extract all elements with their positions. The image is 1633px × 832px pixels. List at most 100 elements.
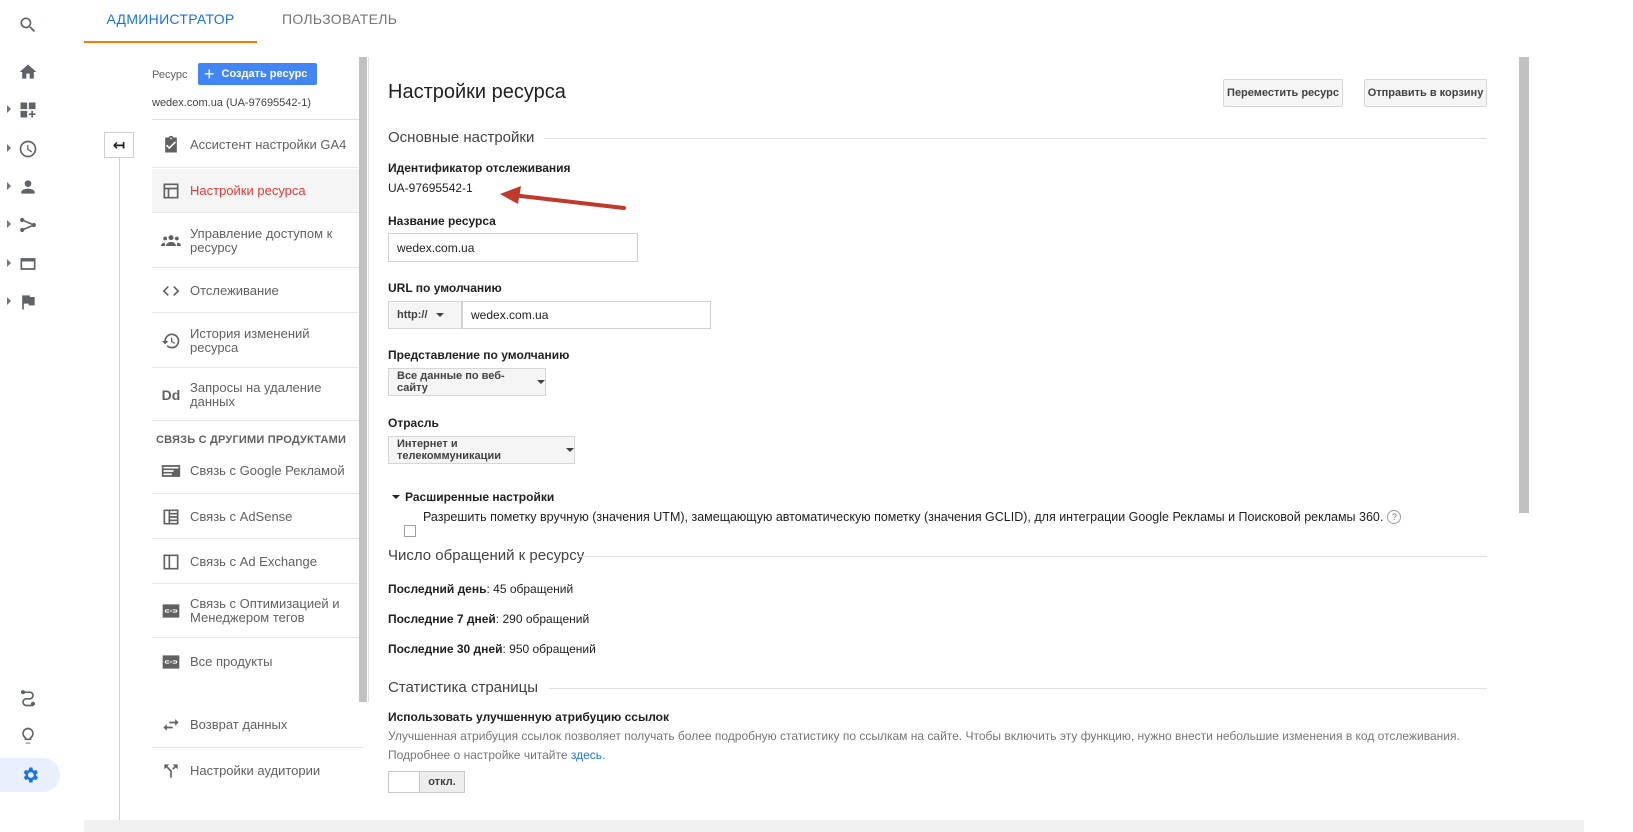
resource-selector[interactable]: wedex.com.ua (UA-97695542-1) <box>152 97 364 120</box>
nav-label: Все продукты <box>190 653 273 669</box>
plus-icon: + <box>204 64 215 84</box>
hits-value: 45 обращений <box>493 582 574 596</box>
nav-label: Отслеживание <box>190 282 279 298</box>
nav-label: История изменений ресурса <box>190 325 310 355</box>
industry-select[interactable]: Интернет и телекоммуникации <box>388 436 575 464</box>
basic-settings-heading: Основные настройки <box>388 129 535 146</box>
tracking-id-value: UA-97695542-1 <box>388 181 473 195</box>
manual-tagging-row: Разрешить пометку вручную (значения UTM)… <box>423 510 1402 524</box>
behavior-icon[interactable] <box>0 247 56 281</box>
dropdown-arrow-icon <box>435 313 444 317</box>
nav-label: Связь с Ad Exchange <box>190 553 317 569</box>
nav-item-access-management[interactable]: Управление доступом к ресурсу <box>152 214 364 268</box>
description-tail: . <box>602 748 606 762</box>
resource-name-field[interactable]: wedex.com.ua <box>388 233 638 262</box>
back-arrow-button[interactable]: ↤ <box>104 132 134 158</box>
people-icon <box>152 231 190 251</box>
default-url-field[interactable]: wedex.com.ua <box>462 301 711 329</box>
discover-bulb-icon[interactable] <box>0 719 56 753</box>
expand-arrow-icon <box>392 495 400 499</box>
nav-label: Возврат данных <box>190 717 288 732</box>
nav-item-all-products[interactable]: Все продукты <box>152 639 364 684</box>
hits-label: Последние 30 дней <box>388 642 503 656</box>
default-view-value: Все данные по веб-сайту <box>397 370 505 394</box>
search-icon[interactable] <box>0 8 56 42</box>
toggle-knob <box>389 772 420 792</box>
history-icon <box>152 331 190 351</box>
acquisition-icon[interactable] <box>0 208 56 242</box>
main-scrollbar[interactable] <box>1519 57 1529 513</box>
admin-tabbar: АДМИНИСТРАТОР ПОЛЬЗОВАТЕЛЬ <box>84 0 1584 43</box>
enhanced-attribution-toggle[interactable]: откл. <box>388 771 465 793</box>
nav-item-ga4-assistant[interactable]: Ассистент настройки GA4 <box>152 123 364 168</box>
tracking-id-label: Идентификатор отслеживания <box>388 161 571 175</box>
nav-item-data-import[interactable]: Возврат данных <box>152 703 364 748</box>
nav-label: Связь с AdSense <box>190 508 293 524</box>
column-connector-line <box>119 158 120 820</box>
dropdown-arrow-icon <box>566 448 574 452</box>
nav-label: Запросы на удаление данных <box>190 379 322 409</box>
nav-item-google-ads-link[interactable]: Связь с Google Рекламой <box>152 449 364 494</box>
move-to-trash-button[interactable]: Отправить в корзину <box>1364 79 1487 107</box>
realtime-clock-icon[interactable] <box>0 132 56 166</box>
layout-icon <box>152 181 190 201</box>
move-resource-button[interactable]: Переместить ресурс <box>1223 79 1343 107</box>
nav-item-data-deletion[interactable]: Dd Запросы на удаление данных <box>152 369 364 421</box>
section-divider <box>549 688 1487 689</box>
advanced-settings-toggle[interactable]: Расширенные настройки <box>392 490 554 504</box>
conversions-flag-icon[interactable] <box>0 285 56 319</box>
resource-settings-content: Настройки ресурса Переместить ресурс Отп… <box>374 57 1517 820</box>
nav-label: Связь с Оптимизацией и Менеджером тегов <box>190 596 340 625</box>
nav-item-resource-settings[interactable]: Настройки ресурса <box>152 169 364 213</box>
dd-icon: Dd <box>161 386 181 403</box>
nav-section-heading: СВЯЗЬ С ДРУГИМИ ПРОДУКТАМИ <box>156 434 347 446</box>
fork-icon <box>152 761 190 781</box>
hits-last-day: Последний день: 45 обращений <box>388 582 574 596</box>
description-text: Улучшенная атрибуция ссылок позволяет по… <box>388 729 1460 762</box>
nav-item-adexchange-link[interactable]: Связь с Ad Exchange <box>152 540 364 584</box>
checklist-icon <box>152 135 190 155</box>
enhanced-attribution-label: Использовать улучшенную атрибуцию ссылок <box>388 710 670 724</box>
nav-item-adsense-link[interactable]: Связь с AdSense <box>152 495 364 539</box>
advanced-settings-label: Расширенные настройки <box>405 490 555 504</box>
nav-item-tracking[interactable]: Отслеживание <box>152 269 364 313</box>
swap-icon <box>152 715 190 735</box>
hits-value: 290 обращений <box>502 612 590 626</box>
adexchange-icon <box>152 552 190 572</box>
customization-icon[interactable] <box>0 93 56 127</box>
column-divider <box>368 57 369 702</box>
admin-panel: Ресурс + Создать ресурс wedex.com.ua (UA… <box>84 43 1584 820</box>
code-icon <box>152 281 190 301</box>
tab-user[interactable]: ПОЛЬЗОВАТЕЛЬ <box>282 0 397 43</box>
industry-value: Интернет и телекоммуникации <box>397 438 501 462</box>
admin-gear-icon[interactable] <box>0 758 60 792</box>
tab-admin[interactable]: АДМИНИСТРАТОР <box>84 0 257 43</box>
toggle-state-label: откл. <box>420 772 464 792</box>
help-question-icon[interactable]: ? <box>1387 510 1402 524</box>
adsense-icon <box>152 507 190 527</box>
audience-person-icon[interactable] <box>0 170 56 204</box>
nav-item-optimize-link[interactable]: Связь с Оптимизацией и Менеджером тегов <box>152 585 364 638</box>
manual-tagging-checkbox[interactable] <box>404 525 416 537</box>
default-url-label: URL по умолчанию <box>388 281 502 295</box>
learn-more-link[interactable]: здесь <box>571 748 602 762</box>
hits-last-30-days: Последние 30 дней: 950 обращений <box>388 642 596 656</box>
default-view-select[interactable]: Все данные по веб-сайту <box>388 368 546 396</box>
page-stats-heading: Статистика страницы <box>388 679 539 696</box>
nav-item-change-history[interactable]: История изменений ресурса <box>152 314 364 368</box>
protocol-select[interactable]: http:// <box>388 301 462 329</box>
resource-label: Ресурс <box>152 69 188 81</box>
nav-item-audience-settings[interactable]: Настройки аудитории <box>152 749 364 793</box>
resource-column-scrollbar[interactable] <box>359 57 367 702</box>
home-icon[interactable] <box>0 55 56 89</box>
ads-icon <box>152 461 190 481</box>
resource-name-label: Название ресурса <box>388 214 496 228</box>
attribution-icon[interactable] <box>0 681 56 715</box>
hits-value: 950 обращений <box>509 642 596 656</box>
create-resource-button[interactable]: + Создать ресурс <box>198 63 317 85</box>
nav-label: Настройки аудитории <box>190 763 321 778</box>
section-divider <box>544 138 1487 139</box>
protocol-value: http:// <box>397 309 428 321</box>
page-title: Настройки ресурса <box>388 81 566 103</box>
link-icon <box>152 601 190 621</box>
